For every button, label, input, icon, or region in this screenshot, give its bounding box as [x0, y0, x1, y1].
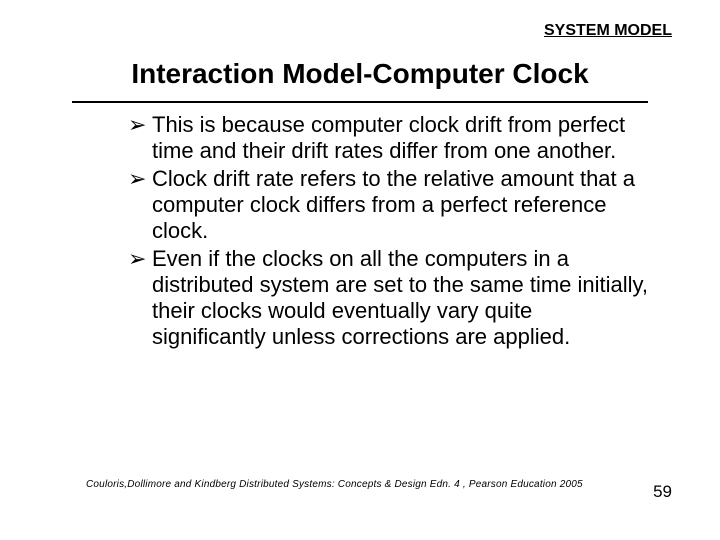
- header-label: SYSTEM MODEL: [544, 22, 672, 40]
- page-number: 59: [653, 482, 672, 502]
- footer-citation: Couloris,Dollimore and Kindberg Distribu…: [86, 479, 583, 490]
- bullet-text: Clock drift rate refers to the relative …: [152, 166, 635, 243]
- list-item: ➢ This is because computer clock drift f…: [128, 112, 648, 164]
- bullet-marker-icon: ➢: [128, 246, 146, 272]
- bullet-text: This is because computer clock drift fro…: [152, 112, 625, 163]
- bullet-marker-icon: ➢: [128, 112, 146, 138]
- list-item: ➢ Clock drift rate refers to the relativ…: [128, 166, 648, 244]
- bullet-list: ➢ This is because computer clock drift f…: [128, 112, 648, 352]
- bullet-marker-icon: ➢: [128, 166, 146, 192]
- list-item: ➢ Even if the clocks on all the computer…: [128, 246, 648, 350]
- title-rule: [72, 101, 648, 103]
- slide-title: Interaction Model-Computer Clock: [0, 58, 720, 90]
- bullet-text: Even if the clocks on all the computers …: [152, 246, 648, 349]
